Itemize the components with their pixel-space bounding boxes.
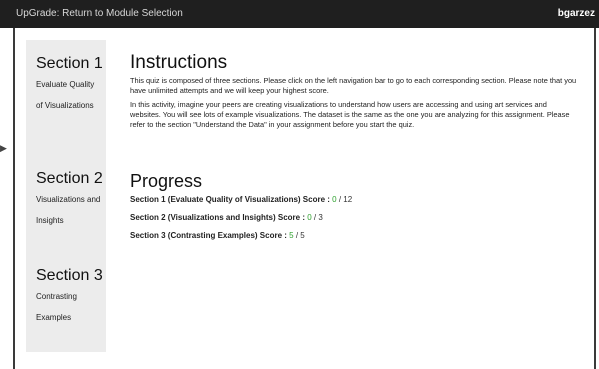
nav-section-description: Contrasting Examples bbox=[36, 292, 77, 322]
nav-section-title: Section 3 bbox=[36, 267, 103, 284]
instructions-paragraph-1: This quiz is composed of three sections.… bbox=[130, 76, 577, 95]
section-navigation-sidebar: Section 1 Evaluate Quality of Visualizat… bbox=[26, 40, 106, 352]
section-2-score: Section 2 (Visualizations and Insights) … bbox=[130, 213, 323, 222]
score-label: Section 2 (Visualizations and Insights) … bbox=[130, 213, 308, 222]
score-total: / 3 bbox=[311, 213, 323, 222]
score-label: Section 3 (Contrasting Examples) Score : bbox=[130, 231, 290, 240]
frame-border-right bbox=[594, 28, 596, 369]
frame-border-left bbox=[13, 28, 15, 369]
instructions-paragraph-2: In this activity, imagine your peers are… bbox=[130, 100, 570, 129]
nav-section-title: Section 2 bbox=[36, 170, 103, 187]
username-link[interactable]: bgarzez bbox=[558, 0, 595, 28]
score-total: / 12 bbox=[336, 195, 353, 204]
section-1-score: Section 1 (Evaluate Quality of Visualiza… bbox=[130, 195, 352, 204]
nav-section-3[interactable]: Section 3 Contrasting Examples bbox=[36, 268, 106, 328]
nav-section-description: Visualizations and Insights bbox=[36, 195, 101, 225]
instructions-heading: Instructions bbox=[130, 52, 228, 73]
section-3-score: Section 3 (Contrasting Examples) Score :… bbox=[130, 231, 305, 240]
instructions-panel: Instructions This quiz is composed of th… bbox=[130, 52, 578, 130]
nav-section-description: Evaluate Quality of Visualizations bbox=[36, 80, 95, 110]
progress-heading: Progress bbox=[130, 171, 203, 191]
nav-section-1[interactable]: Section 1 Evaluate Quality of Visualizat… bbox=[36, 56, 106, 116]
score-total: / 5 bbox=[293, 231, 305, 240]
score-label: Section 1 (Evaluate Quality of Visualiza… bbox=[130, 195, 333, 204]
return-to-module-selection-link[interactable]: UpGrade: Return to Module Selection bbox=[16, 0, 183, 28]
arrow-right-icon: ▶ bbox=[0, 143, 7, 153]
nav-section-2[interactable]: Section 2 Visualizations and Insights bbox=[36, 171, 106, 231]
top-bar: UpGrade: Return to Module Selection bgar… bbox=[0, 0, 599, 28]
nav-section-title: Section 1 bbox=[36, 55, 103, 72]
